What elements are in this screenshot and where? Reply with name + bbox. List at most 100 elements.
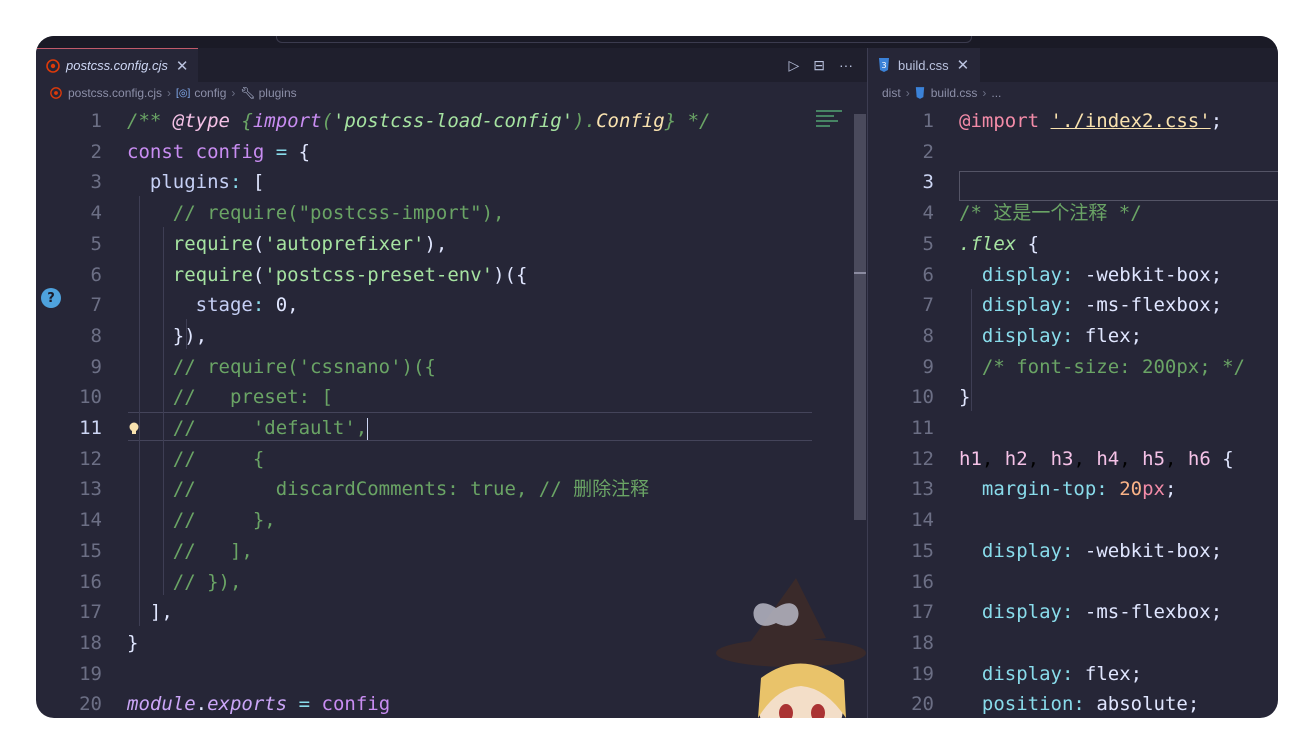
code-line[interactable]: 2 const config = { xyxy=(36,137,867,168)
code-line[interactable]: 10 // preset: [ xyxy=(36,382,867,413)
line-number: 1 xyxy=(922,110,934,132)
code-line[interactable]: 2 xyxy=(868,137,1278,168)
help-icon[interactable]: ? xyxy=(41,288,61,308)
code-text: // require('cssnano')({ xyxy=(127,355,436,378)
more-actions-icon[interactable]: ··· xyxy=(839,57,853,73)
code-line[interactable]: 13 margin-top: 20px; xyxy=(868,474,1278,505)
breadcrumb: dist › build.css › ... xyxy=(868,82,1278,104)
line-number: 17 xyxy=(911,601,934,624)
close-icon[interactable]: ✕ xyxy=(176,57,189,75)
code-line[interactable]: 6 display: -webkit-box; xyxy=(868,260,1278,291)
code-line[interactable]: 1 @import './index2.css'; xyxy=(868,106,1278,137)
breadcrumb-more[interactable]: ... xyxy=(991,86,1001,100)
line-number: 1 xyxy=(90,110,102,132)
tab-postcss-config[interactable]: postcss.config.cjs ✕ xyxy=(36,48,198,82)
code-line[interactable]: 4 // require("postcss-import"), xyxy=(36,198,867,229)
minimap[interactable] xyxy=(816,110,844,140)
code-line[interactable]: 13 // discardComments: true, // 删除注释 xyxy=(36,474,867,505)
line-number: 4 xyxy=(90,202,102,225)
breadcrumb-folder[interactable]: dist xyxy=(882,86,901,100)
chevron-right-icon: › xyxy=(982,86,987,100)
code-text: // discardComments: true, // 删除注释 xyxy=(127,478,650,501)
line-number: 19 xyxy=(911,662,934,685)
tab-title: postcss.config.cjs xyxy=(66,58,168,73)
chevron-right-icon: › xyxy=(231,86,236,100)
line-number: 3 xyxy=(922,171,934,194)
code-line[interactable]: 10} xyxy=(868,382,1278,413)
code-text: display: -ms-flexbox; xyxy=(981,601,1223,624)
line-number: 10 xyxy=(79,386,102,409)
close-icon[interactable]: ✕ xyxy=(957,56,970,74)
postcss-icon xyxy=(50,87,62,99)
code-text: display: flex; xyxy=(981,662,1143,685)
code-text: @import './index2.css'; xyxy=(959,110,1223,132)
tab-title: build.css xyxy=(898,57,949,73)
line-number: 5 xyxy=(922,232,934,255)
code-line[interactable]: 5 require('autoprefixer'), xyxy=(36,229,867,260)
run-icon[interactable]: ▷ xyxy=(788,57,799,74)
right-code-editor[interactable]: 1 @import './index2.css'; 2 3 4 /* 这是一个注释 */ 5… xyxy=(868,104,1278,718)
code-text: h1, h2, h3, h4, h5, h6 { xyxy=(959,447,1234,470)
code-line[interactable]: 8 }), xyxy=(36,321,867,352)
line-number: 12 xyxy=(79,447,102,470)
code-line[interactable]: 20 position: absolute; xyxy=(868,689,1278,718)
wrench-icon: 🔧︎ xyxy=(240,86,256,100)
code-line[interactable]: 17 display: -ms-flexbox; xyxy=(868,597,1278,628)
code-line[interactable]: 14 xyxy=(868,505,1278,536)
code-line[interactable]: 7 display: -ms-flexbox; xyxy=(868,290,1278,321)
right-editor-group: 3 build.css ✕ dist › build.css › ... 1 @i… xyxy=(868,48,1278,718)
line-number: 4 xyxy=(922,202,934,225)
split-editor-icon[interactable]: ⊟ xyxy=(813,57,825,74)
left-tab-bar: postcss.config.cjs ✕ ▷ ⊟ ··· xyxy=(36,48,867,82)
title-bar xyxy=(36,36,1278,48)
code-line[interactable]: 9 /* font-size: 200px; */ xyxy=(868,352,1278,383)
code-text: }), xyxy=(127,324,208,347)
code-line[interactable]: 6 require('postcss-preset-env')({ xyxy=(36,260,867,291)
variable-icon: [◎] xyxy=(176,87,191,99)
code-line[interactable]: 4 /* 这是一个注释 */ xyxy=(868,198,1278,229)
code-line[interactable]: 11 // 'default', xyxy=(36,413,867,444)
breadcrumb-symbol-config[interactable]: config xyxy=(194,86,226,100)
code-line[interactable]: 1 /** @type {import('postcss-load-config'… xyxy=(36,106,867,137)
breadcrumb-symbol-plugins[interactable]: plugins xyxy=(259,86,297,100)
code-text: /* 这是一个注释 */ xyxy=(959,202,1142,225)
line-number: 20 xyxy=(911,693,934,716)
command-center[interactable] xyxy=(276,36,972,43)
code-line[interactable]: 16 xyxy=(868,567,1278,598)
code-line[interactable]: 19 display: flex; xyxy=(868,659,1278,690)
line-number: 19 xyxy=(79,662,102,685)
code-line[interactable]: 12 // { xyxy=(36,444,867,475)
line-number: 11 xyxy=(79,417,102,439)
code-text: // }, xyxy=(127,509,276,532)
code-text: display: flex; xyxy=(981,324,1143,347)
line-number: 8 xyxy=(90,324,102,347)
code-line[interactable]: 5 .flex { xyxy=(868,229,1278,260)
svg-text:3: 3 xyxy=(881,61,886,70)
tab-build-css[interactable]: 3 build.css ✕ xyxy=(868,48,980,82)
code-line[interactable]: 3 plugins: [ xyxy=(36,167,867,198)
line-number: 10 xyxy=(911,386,934,409)
code-line[interactable]: 7 stage: 0, xyxy=(36,290,867,321)
right-tab-bar: 3 build.css ✕ xyxy=(868,48,1278,82)
code-line[interactable]: 8 display: flex; xyxy=(868,321,1278,352)
code-line[interactable]: 14 // }, xyxy=(36,505,867,536)
breadcrumb-file[interactable]: postcss.config.cjs xyxy=(68,86,162,100)
code-line[interactable]: 12 h1, h2, h3, h4, h5, h6 { xyxy=(868,444,1278,475)
code-text: stage: 0, xyxy=(195,294,299,317)
code-line[interactable]: 3 xyxy=(868,167,1278,198)
code-line[interactable]: 18 xyxy=(868,628,1278,659)
chevron-right-icon: › xyxy=(905,86,910,100)
scrollbar[interactable] xyxy=(854,114,866,520)
code-line[interactable]: 15 // ], xyxy=(36,536,867,567)
code-text: display: -webkit-box; xyxy=(981,263,1223,286)
code-line[interactable]: 11 xyxy=(868,413,1278,444)
lightbulb-icon[interactable] xyxy=(128,421,142,439)
chevron-right-icon: › xyxy=(167,86,172,100)
code-text: // require("postcss-import"), xyxy=(127,202,505,225)
code-line[interactable]: 9 // require('cssnano')({ xyxy=(36,352,867,383)
code-text: module.exports = config xyxy=(127,693,391,716)
code-text: // 'default', xyxy=(127,417,369,440)
breadcrumb-file[interactable]: build.css xyxy=(931,86,978,100)
code-text: margin-top: 20px; xyxy=(981,478,1177,501)
code-line[interactable]: 15 display: -webkit-box; xyxy=(868,536,1278,567)
